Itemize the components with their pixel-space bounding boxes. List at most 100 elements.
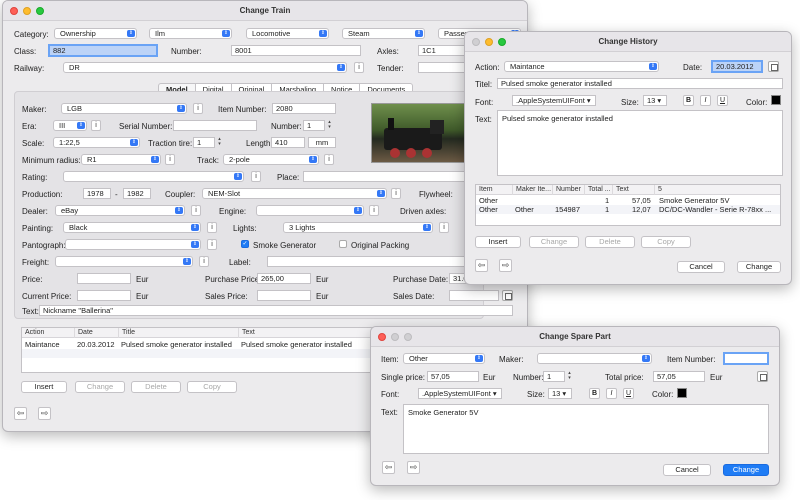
font-select[interactable]: .AppleSystemUIFont ▾ <box>418 388 502 399</box>
arrow-right-icon[interactable]: ⇨ <box>38 407 51 420</box>
class-input[interactable]: 882 <box>48 44 158 57</box>
sales-price-input[interactable] <box>257 290 311 301</box>
spare-parts-table[interactable]: Item Maker Ite... Number Total ... Text … <box>475 184 781 226</box>
action-select[interactable]: Maintance ⇕ <box>504 61 659 72</box>
minimum-radius-info-button[interactable]: i <box>165 154 175 165</box>
train-insert-button[interactable]: Insert <box>21 381 67 393</box>
history-cancel-button[interactable]: Cancel <box>677 261 725 273</box>
engine-info-button[interactable]: i <box>369 205 379 216</box>
table-row[interactable]: Other Other 154987 1 12,07 DC/DC-Wandler… <box>476 205 780 214</box>
freight-select[interactable]: ⇕ <box>55 256 193 267</box>
color-swatch[interactable] <box>677 388 687 398</box>
sales-date-input[interactable] <box>449 290 499 301</box>
close-window-button[interactable] <box>378 333 386 341</box>
dealer-select[interactable]: eBay ⇕ <box>55 205 185 216</box>
label-input[interactable] <box>267 256 466 267</box>
calendar-icon[interactable] <box>502 290 513 301</box>
size-select[interactable]: 13 ▾ <box>643 95 667 106</box>
column-header-total[interactable]: Total ... <box>584 185 611 195</box>
total-price-input[interactable]: 57,05 <box>653 371 705 382</box>
titel-input[interactable]: Pulsed smoke generator installed <box>497 78 783 89</box>
column-header-date[interactable]: Date <box>74 328 93 338</box>
arrow-right-icon[interactable]: ⇨ <box>499 259 512 272</box>
coupler-info-button[interactable]: i <box>391 188 401 199</box>
arrow-left-icon[interactable]: ⇦ <box>382 461 395 474</box>
history-change-button[interactable]: Change <box>529 236 579 248</box>
italic-button[interactable]: I <box>606 388 617 399</box>
size-select[interactable]: 13 ▾ <box>548 388 572 399</box>
zoom-window-button[interactable] <box>36 7 44 15</box>
traction-tire-stepper[interactable]: ▴ ▾ <box>216 137 223 148</box>
number-input[interactable]: 1 <box>543 371 565 382</box>
column-header-item[interactable]: Item <box>476 185 493 195</box>
history-delete-button[interactable]: Delete <box>585 236 635 248</box>
spare-cancel-button[interactable]: Cancel <box>663 464 711 476</box>
category2-select[interactable]: Ilm ⇕ <box>149 28 232 39</box>
history-confirm-button[interactable]: Change <box>737 261 781 273</box>
history-insert-button[interactable]: Insert <box>475 236 521 248</box>
item-number-input[interactable]: 2080 <box>272 103 336 114</box>
maker-info-button[interactable]: i <box>193 103 203 114</box>
column-header-number[interactable]: Number <box>552 185 581 195</box>
tender-input[interactable] <box>418 62 468 73</box>
date-input[interactable]: 20.03.2012 <box>711 60 763 73</box>
zoom-window-button[interactable] <box>404 333 412 341</box>
purchase-price-input[interactable]: 265,00 <box>257 273 311 284</box>
engine-select[interactable]: ⇕ <box>256 205 364 216</box>
scale-select[interactable]: 1:22,5 ⇕ <box>53 137 140 148</box>
pantograph-info-button[interactable]: i <box>207 239 217 250</box>
length-input[interactable]: 410 <box>271 137 305 148</box>
font-select[interactable]: .AppleSystemUIFont ▾ <box>512 95 596 106</box>
production-from-input[interactable]: 1978 <box>83 188 111 199</box>
underline-button[interactable]: U <box>717 95 728 106</box>
painting-info-button[interactable]: i <box>207 222 217 233</box>
production-to-input[interactable]: 1982 <box>123 188 151 199</box>
maker-select[interactable]: ⇕ <box>537 353 652 364</box>
minimum-radius-select[interactable]: R1 ⇕ <box>81 154 161 165</box>
train-delete-button[interactable]: Delete <box>131 381 181 393</box>
history-copy-button[interactable]: Copy <box>641 236 691 248</box>
calendar-icon[interactable] <box>768 61 779 72</box>
dealer-info-button[interactable]: i <box>191 205 201 216</box>
bold-button[interactable]: B <box>589 388 600 399</box>
painting-select[interactable]: Black ⇕ <box>63 222 201 233</box>
column-header-text[interactable]: Text <box>238 328 255 338</box>
lights-select[interactable]: 3 Lights ⇕ <box>283 222 433 233</box>
minimize-window-button[interactable] <box>485 38 493 46</box>
number-input[interactable]: 8001 <box>231 45 361 56</box>
column-header-title[interactable]: Title <box>118 328 135 338</box>
italic-button[interactable]: I <box>700 95 711 106</box>
category4-select[interactable]: Steam ⇕ <box>342 28 425 39</box>
rating-info-button[interactable]: i <box>251 171 261 182</box>
coupler-select[interactable]: NEM-Slot ⇕ <box>202 188 387 199</box>
zoom-window-button[interactable] <box>498 38 506 46</box>
freight-info-button[interactable]: i <box>199 256 209 267</box>
pantograph-select[interactable]: ⇕ <box>65 239 201 250</box>
bold-button[interactable]: B <box>683 95 694 106</box>
serial-number-input[interactable] <box>173 120 257 131</box>
column-header-action[interactable]: Action <box>22 328 44 338</box>
arrow-right-icon[interactable]: ⇨ <box>407 461 420 474</box>
category3-select[interactable]: Locomotive ⇕ <box>246 28 329 39</box>
underline-button[interactable]: U <box>623 388 634 399</box>
category-select[interactable]: Ownership ⇕ <box>54 28 137 39</box>
train-change-button[interactable]: Change <box>75 381 125 393</box>
spare-confirm-button[interactable]: Change <box>723 464 769 476</box>
place-input[interactable] <box>303 171 466 182</box>
close-window-button[interactable] <box>10 7 18 15</box>
axles-input[interactable]: 1C1 <box>418 45 468 56</box>
price-input[interactable] <box>77 273 131 284</box>
arrow-left-icon[interactable]: ⇦ <box>475 259 488 272</box>
smoke-generator-checkbox[interactable]: ✓ <box>241 240 249 248</box>
number2-stepper[interactable]: ▴ ▾ <box>326 120 333 131</box>
spare-text-area[interactable]: Smoke Generator 5V <box>403 404 769 454</box>
traction-tire-input[interactable]: 1 <box>193 137 215 148</box>
maker-select[interactable]: LGB ⇕ <box>61 103 187 114</box>
rating-select[interactable]: ⇕ <box>63 171 244 182</box>
table-row[interactable]: Other 1 57,05 Smoke Generator 5V <box>476 196 780 205</box>
original-packing-checkbox[interactable] <box>339 240 347 248</box>
minimize-window-button[interactable] <box>391 333 399 341</box>
train-text-input[interactable]: Nickname "Ballerina" <box>39 305 513 316</box>
era-select[interactable]: III ⇕ <box>53 120 87 131</box>
era-info-button[interactable]: i <box>91 120 101 131</box>
